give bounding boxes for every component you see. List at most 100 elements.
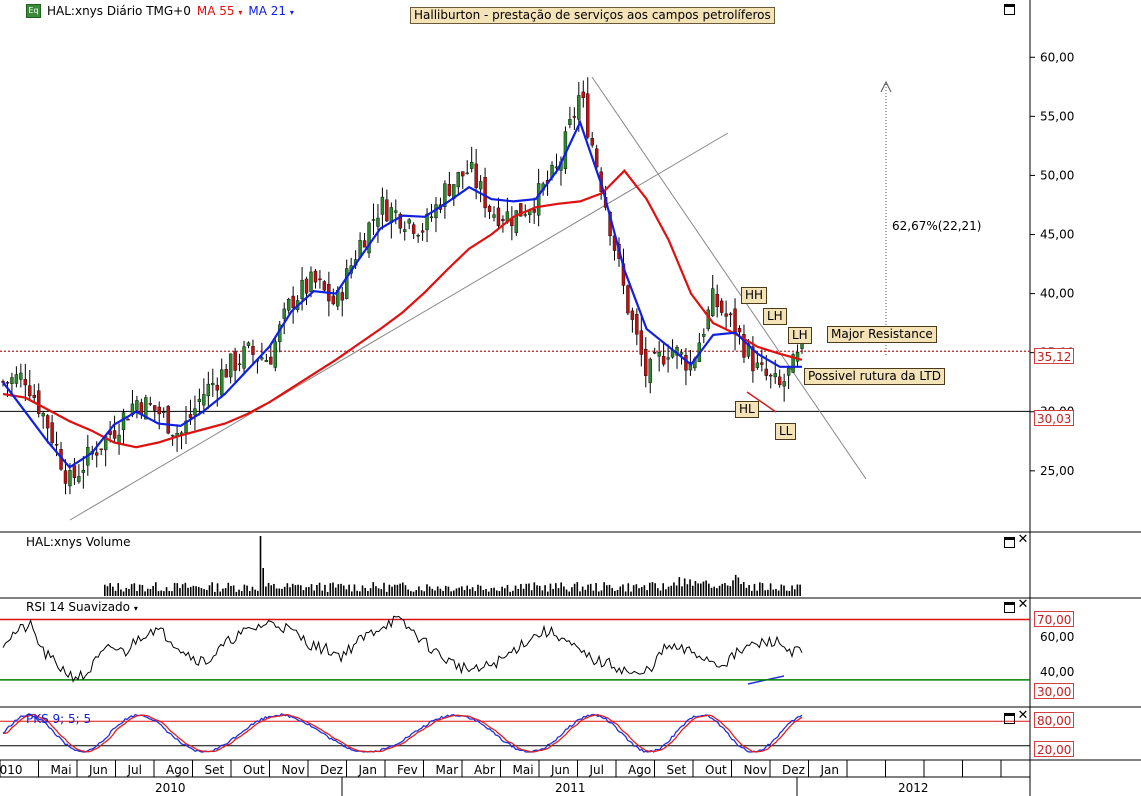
support-price-tag: 30,03 (1034, 410, 1074, 426)
volume-close-icon[interactable]: ✕ (1017, 533, 1029, 546)
volume-bar (299, 585, 302, 596)
volume-bar (528, 583, 530, 596)
volume-bar (125, 587, 128, 596)
volume-bar (632, 585, 635, 596)
candle-body (157, 406, 161, 415)
pks-close-icon[interactable]: ✕ (1017, 709, 1029, 722)
ma21-legend[interactable]: MA 21 ▾ (248, 4, 294, 18)
month-label: Fev (397, 763, 418, 777)
volume-bar (146, 588, 149, 596)
volume-bar (297, 584, 299, 596)
volume-bar (434, 590, 436, 596)
volume-bar (724, 583, 726, 596)
volume-bar (614, 590, 616, 596)
volume-bar (369, 588, 372, 596)
ma55-legend[interactable]: MA 55 ▾ (197, 4, 243, 18)
candle-body (264, 360, 269, 362)
volume-maximize-icon[interactable] (1004, 537, 1015, 548)
candle-body (246, 342, 251, 346)
annotation-lh-2: LH (788, 327, 812, 344)
uptrend-line (69, 132, 729, 521)
annotation-hl: HL (735, 401, 759, 418)
month-label: Jan (820, 763, 840, 777)
chart-title: Halliburton - prestação de serviços aos … (410, 7, 775, 24)
rsi-maximize-icon[interactable] (1004, 602, 1015, 613)
volume-bar (616, 589, 619, 596)
candle-body (251, 346, 255, 355)
volume-bar (479, 585, 482, 596)
volume-bar (286, 583, 289, 596)
candle-body (715, 293, 719, 308)
month-label: Jun (550, 763, 570, 777)
volume-bar (122, 591, 125, 596)
volume-bar (396, 584, 399, 596)
volume-bar (726, 585, 729, 596)
pks-80-text: 80,00 (1037, 714, 1072, 728)
candle-body (273, 341, 277, 368)
volume-bar (708, 583, 710, 596)
volume-bar (571, 587, 573, 596)
volume-bar (530, 590, 533, 596)
price-tick-label: 45,00 (1040, 228, 1074, 242)
volume-bar (638, 588, 640, 596)
candle-body (362, 240, 367, 248)
volume-bar (420, 590, 423, 596)
volume-bar (753, 583, 756, 596)
volume-bar (380, 589, 383, 596)
volume-bar (254, 589, 256, 596)
volume-bar (240, 591, 243, 596)
volume-bar (581, 586, 584, 596)
rsi-dropdown-icon[interactable]: ▾ (134, 604, 138, 613)
volume-bar (334, 587, 337, 596)
candle-body (19, 372, 23, 380)
volume-bar (640, 586, 643, 596)
candle-body (237, 363, 242, 365)
volume-bar (391, 586, 393, 596)
volume-bar (721, 583, 724, 596)
volume-bar (622, 584, 624, 596)
candle-body (635, 314, 639, 335)
volume-bar (742, 582, 745, 596)
pks-maximize-icon[interactable] (1004, 713, 1015, 724)
month-label: Mar (436, 763, 459, 777)
volume-bar (206, 589, 208, 596)
candle-body (469, 162, 474, 169)
candle-body (224, 369, 228, 378)
rsi-panel-label[interactable]: RSI 14 Suavizado ▾ (26, 600, 138, 614)
ma21-label: MA 21 (248, 4, 287, 18)
volume-bar (563, 586, 565, 596)
volume-bar (383, 582, 385, 596)
volume-bar (584, 589, 587, 596)
symbol-label[interactable]: HAL:xnys Diário TMG+0 (47, 4, 191, 18)
volume-bar (538, 585, 541, 596)
month-label: Jul (589, 763, 604, 777)
volume-bar (138, 584, 141, 596)
volume-bar (504, 588, 506, 596)
volume-bar (579, 591, 581, 596)
volume-bar (557, 588, 560, 596)
rsi-close-icon[interactable]: ✕ (1017, 598, 1029, 611)
volume-bar (546, 591, 549, 596)
month-label: Ago (166, 763, 189, 777)
candle-body (304, 278, 309, 294)
volume-bar (702, 581, 705, 596)
volume-bar (340, 583, 342, 596)
candle-body (666, 357, 670, 360)
year-label: 2012 (898, 781, 929, 795)
volume-bar (756, 590, 758, 596)
candle-body (403, 229, 407, 232)
main-maximize-icon[interactable] (1004, 4, 1015, 15)
volume-bar (520, 583, 522, 596)
candle-body (630, 310, 635, 320)
candle-body (99, 448, 103, 450)
candle-body (590, 137, 594, 146)
month-label: 2010 (0, 763, 23, 777)
ma55-dropdown-icon[interactable]: ▾ (238, 8, 242, 17)
candle-body (501, 219, 505, 221)
volume-bar (181, 584, 184, 596)
ma21-dropdown-icon[interactable]: ▾ (290, 8, 294, 17)
volume-bar (232, 585, 235, 596)
candle-body (733, 308, 737, 335)
candle-body (572, 116, 577, 118)
candle-body (456, 172, 460, 188)
